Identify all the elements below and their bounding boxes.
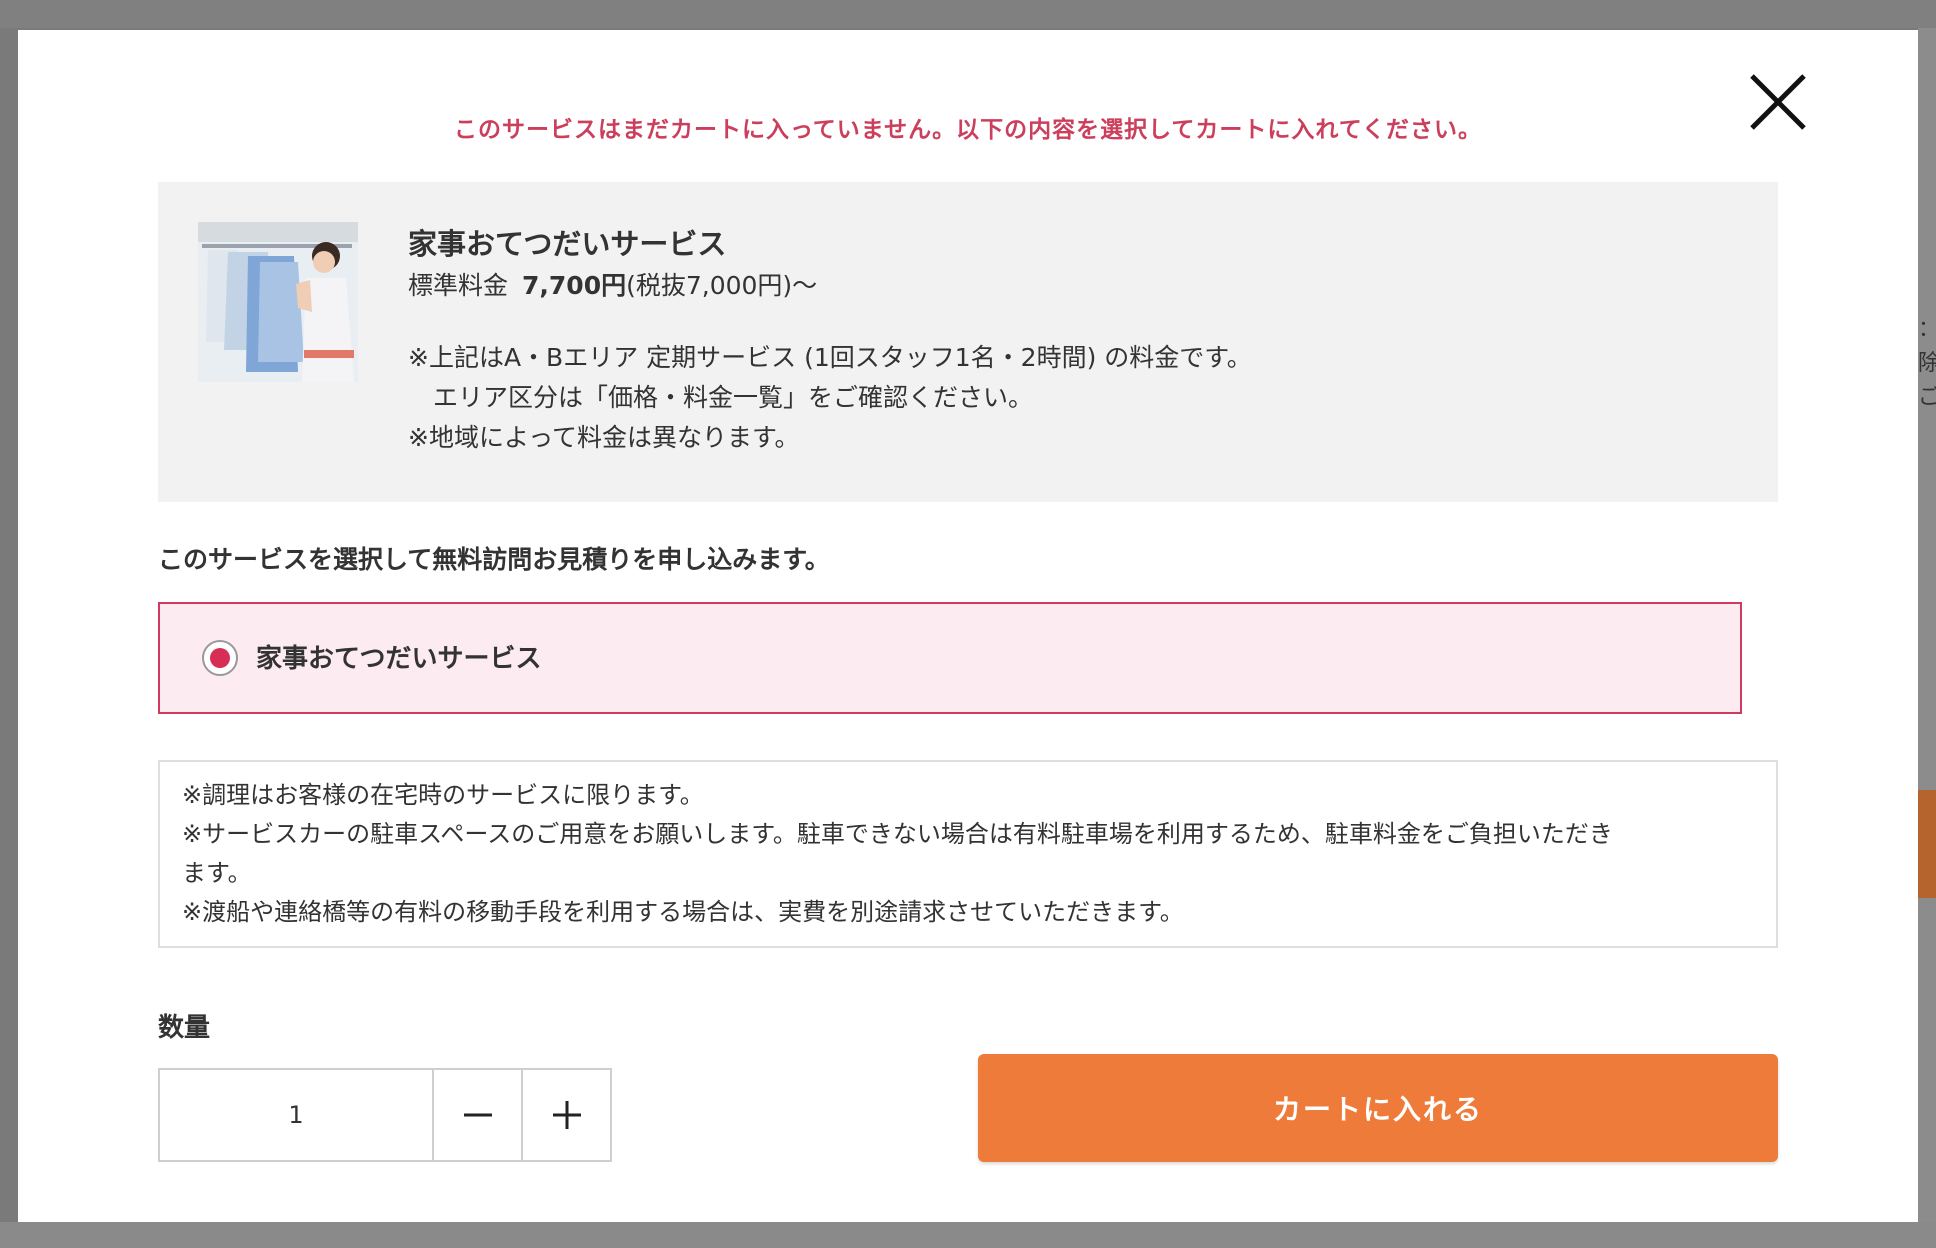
- price-label: 標準料金: [408, 271, 509, 300]
- quantity-input[interactable]: [160, 1070, 432, 1160]
- service-radio-button[interactable]: [202, 640, 238, 676]
- service-info-panel: 家事おてつだいサービス 標準料金 7,700円(税抜7,000円)～ ※上記はA・…: [158, 182, 1778, 502]
- service-terms-box: ※調理はお客様の在宅時のサービスに限ります。 ※サービスカーの駐車スペースのご用…: [158, 760, 1778, 948]
- selection-heading: このサービスを選択して無料訪問お見積りを申し込みます。: [158, 545, 830, 574]
- quantity-stepper: [158, 1068, 612, 1162]
- service-title: 家事おてつだいサービス: [408, 227, 727, 261]
- cart-notice-message: このサービスはまだカートに入っていません。以下の内容を選択してカートに入れてくだ…: [453, 117, 1483, 143]
- quantity-label: 数量: [158, 1013, 211, 1043]
- price-row: 標準料金 7,700円(税抜7,000円)～: [408, 266, 1728, 306]
- quantity-increment-button[interactable]: [521, 1070, 610, 1160]
- price-note: ※上記はA・Bエリア 定期サービス (1回スタッフ1名・2時間) の料金です。: [408, 343, 1252, 372]
- price-notes: ※上記はA・Bエリア 定期サービス (1回スタッフ1名・2時間) の料金です。 …: [408, 338, 1728, 458]
- price-tax-note: (税抜7,000円)～: [626, 271, 818, 300]
- terms-line: ※渡船や連絡橋等の有料の移動手段を利用する場合は、実費を別途請求させていただきま…: [182, 898, 1184, 926]
- plus-icon: [552, 1101, 581, 1129]
- terms-line: ※調理はお客様の在宅時のサービスに限ります。: [182, 781, 704, 809]
- background-page-footer: [0, 1222, 1936, 1248]
- terms-line: ※サービスカーの駐車スペースのご用意をお願いします。駐車できない場合は有料駐車場…: [182, 820, 1613, 848]
- background-page-edge: ：除ご: [1918, 28, 1936, 1248]
- service-option[interactable]: 家事おてつだいサービス: [158, 602, 1742, 714]
- quantity-decrement-button[interactable]: [432, 1070, 521, 1160]
- background-page-text: ：除ご: [1918, 317, 1936, 410]
- add-to-cart-modal: このサービスはまだカートに入っていません。以下の内容を選択してカートに入れてくだ…: [18, 30, 1918, 1222]
- service-thumbnail: [198, 222, 358, 382]
- close-icon: [1750, 74, 1806, 130]
- price-note: エリア区分は「価格・料金一覧」をご確認ください。: [408, 383, 1034, 412]
- background-page-button: [1918, 790, 1936, 898]
- radio-selected-dot: [210, 648, 230, 668]
- minus-icon: [463, 1113, 492, 1117]
- price-value: 7,700円: [522, 271, 627, 300]
- service-details: 家事おてつだいサービス 標準料金 7,700円(税抜7,000円)～ ※上記はA・…: [408, 222, 1728, 458]
- close-button[interactable]: [1742, 66, 1814, 138]
- add-to-cart-button[interactable]: カートに入れる: [978, 1054, 1778, 1162]
- price-note: ※地域によって料金は異なります。: [408, 423, 800, 452]
- background-page-header: [0, 0, 1936, 28]
- service-option-label: 家事おてつだいサービス: [256, 644, 542, 674]
- terms-line: ます。: [182, 859, 252, 887]
